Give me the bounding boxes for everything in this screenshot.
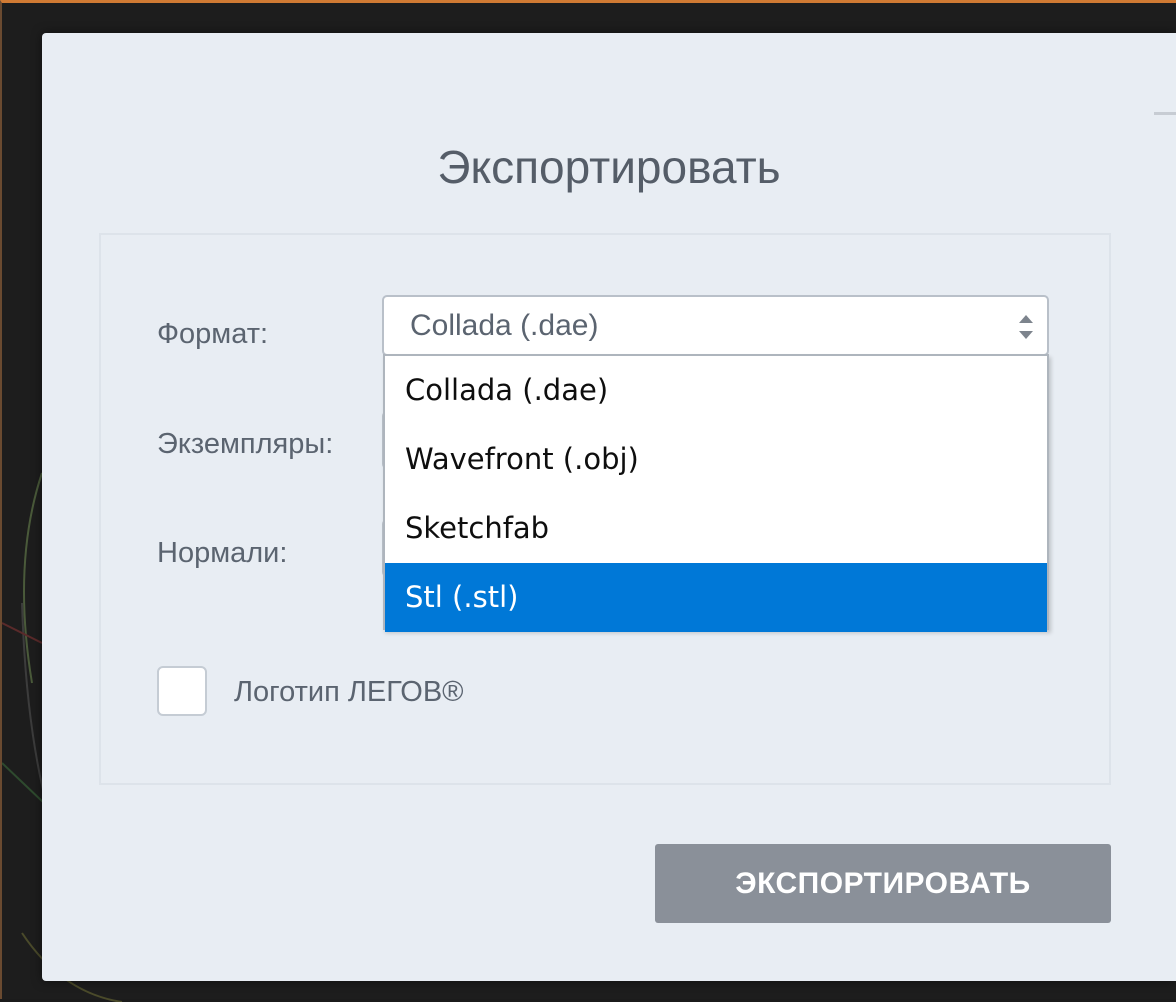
updown-arrows-icon: [1019, 315, 1033, 339]
dropdown-option-collada[interactable]: Collada (.dae): [385, 356, 1047, 425]
format-dropdown-list: Collada (.dae) Wavefront (.obj) Sketchfa…: [383, 354, 1049, 632]
minimize-icon[interactable]: [1148, 103, 1176, 129]
format-select-value: Collada (.dae): [410, 309, 599, 342]
format-label: Формат:: [157, 318, 269, 350]
export-dialog: Экспортировать Формат: Экземпляры: Норма…: [42, 33, 1176, 981]
format-select[interactable]: Collada (.dae): [382, 295, 1049, 356]
normals-label: Нормали:: [157, 537, 288, 569]
dropdown-option-wavefront[interactable]: Wavefront (.obj): [385, 425, 1047, 494]
instances-label: Экземпляры:: [157, 428, 334, 460]
logo-checkbox[interactable]: [157, 666, 207, 716]
dropdown-option-stl[interactable]: Stl (.stl): [385, 563, 1047, 632]
export-button[interactable]: ЭКСПОРТИРОВАТЬ: [655, 844, 1111, 923]
dialog-title: Экспортировать: [437, 141, 781, 193]
dropdown-option-sketchfab[interactable]: Sketchfab: [385, 494, 1047, 563]
logo-checkbox-label[interactable]: Логотип ЛЕГОВ®: [234, 674, 464, 710]
